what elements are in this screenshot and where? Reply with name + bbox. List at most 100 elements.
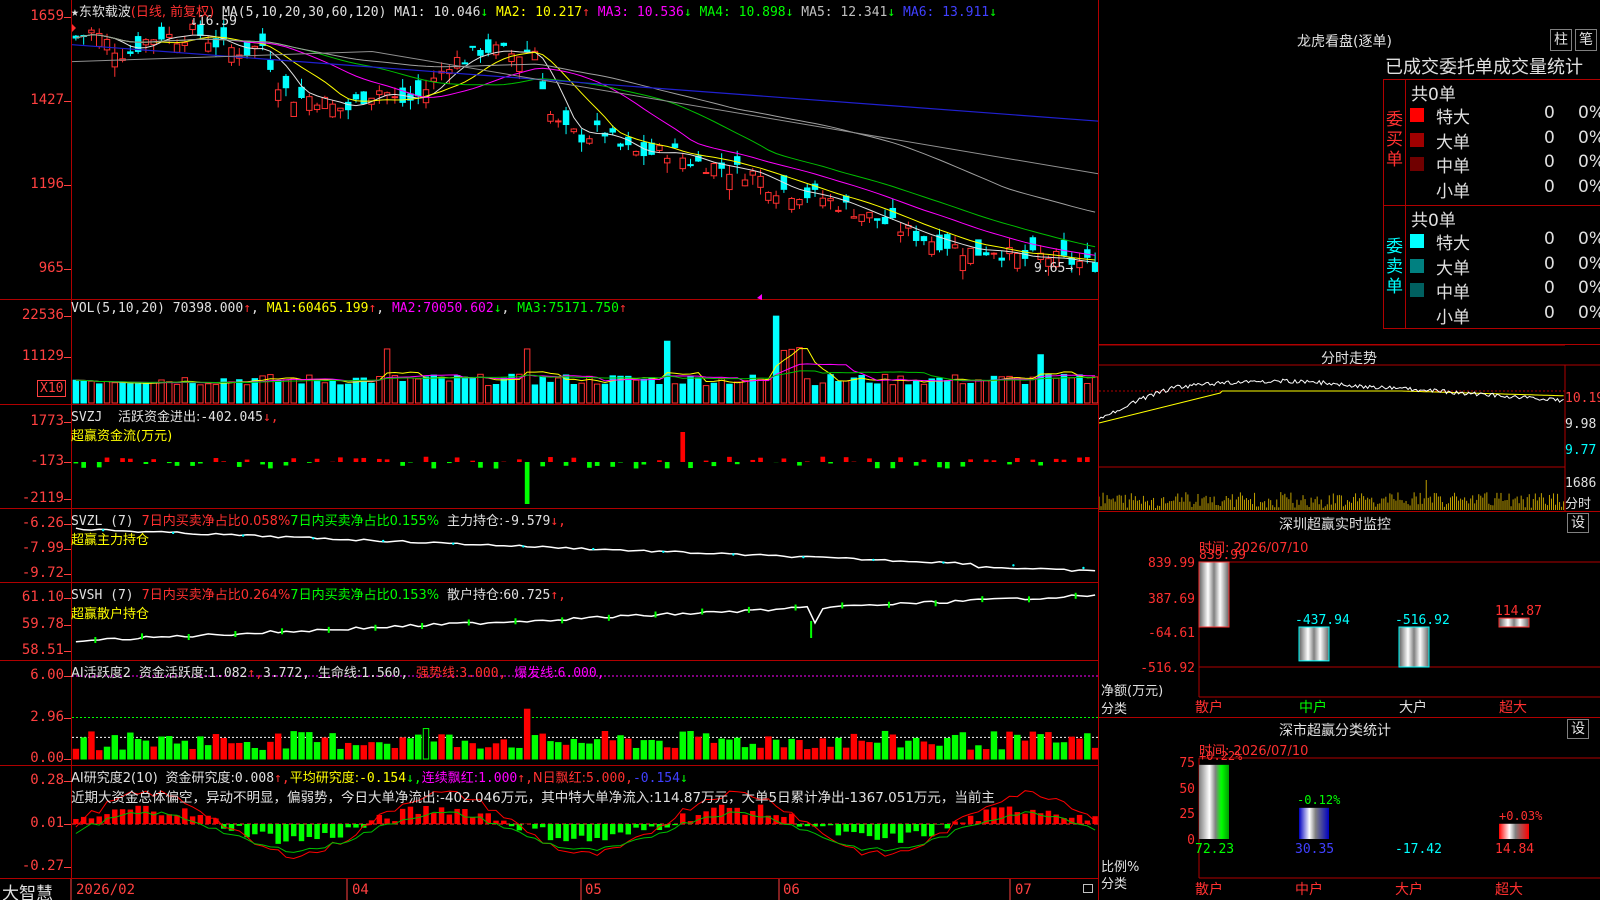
research-bar (1076, 814, 1083, 824)
activity-bar (477, 748, 484, 760)
monitor-category: 大户 (1399, 699, 1427, 716)
classstat-pct: +0.22% (1199, 749, 1243, 763)
activity-bar (422, 728, 430, 760)
bar-mode-button[interactable]: 柱 (1550, 29, 1572, 51)
activity-bar (376, 742, 383, 760)
candle-body (757, 175, 764, 188)
volume-bar (1076, 374, 1083, 404)
volume-bar (204, 383, 212, 404)
research-bar (843, 824, 849, 832)
candle-body (804, 187, 811, 199)
volume-bar (1068, 377, 1075, 404)
research-bar (617, 824, 624, 833)
research-bar (189, 816, 196, 824)
research-bar (213, 818, 219, 824)
candle-body (376, 90, 383, 96)
activity-bar (446, 734, 453, 760)
activity-bar (1021, 740, 1029, 760)
activity-bar (461, 740, 469, 760)
longhu-row: 特大 0 0% (1410, 103, 1600, 128)
activity-bar (1060, 742, 1068, 760)
research-bar (314, 824, 320, 840)
tick-mark (64, 549, 71, 550)
volume-bar (695, 377, 702, 404)
activity-bar (656, 740, 663, 760)
activity-bar (1014, 734, 1021, 760)
monitor-category: 中户 (1299, 699, 1327, 716)
candle-body (352, 94, 360, 100)
research-bar (672, 824, 678, 826)
price-tick-mark (64, 269, 71, 270)
research-bar (586, 824, 593, 842)
star-icon[interactable]: ★ (71, 5, 79, 20)
activity-bar (850, 733, 858, 760)
activity-bar (1006, 731, 1013, 760)
svzl-pane[interactable]: -6.26 -7.99 -9.72 SVZL (7) 7日内买卖净占比0.058… (0, 509, 1098, 583)
activity-bar (609, 740, 616, 760)
volume-bar (531, 384, 539, 404)
volume-bar (710, 382, 718, 404)
longhu-tabs[interactable]: 已成交委托单成交量统计 (1385, 53, 1600, 79)
research-bar (858, 824, 865, 834)
candle-body (539, 81, 546, 90)
candle-body (710, 163, 718, 177)
candle-body (967, 247, 974, 264)
research-bar (571, 824, 577, 839)
volume-bar (702, 385, 710, 404)
volume-bar (1045, 374, 1052, 404)
candle-body (181, 42, 189, 46)
volume-bar (601, 383, 609, 404)
svzj-pane[interactable]: 1773 -173 -2119 SVZJ 活跃资金进出:-402.045↓, 超… (0, 405, 1098, 509)
price-plot[interactable] (71, 0, 1099, 300)
row-name: 中单 (1436, 157, 1470, 177)
longhu-row: 大单 0 0% (1410, 128, 1600, 153)
activity-bar (897, 747, 904, 760)
intraday-panel[interactable]: 分时走势 10.19 9.98 9.77 1686 分时 (1098, 345, 1600, 512)
activity-bar (874, 742, 881, 760)
buy-side-label: 委买单 (1386, 110, 1403, 170)
volume-bar (679, 383, 686, 404)
ai-activity-pane[interactable]: 6.00 2.96 0.00 AI活跃度2 资金活跃度:1.082↑,3.772… (0, 661, 1099, 766)
candle-body (1060, 239, 1068, 256)
research-bar (711, 807, 717, 824)
candle-body (912, 230, 920, 241)
svsh-tick: 59.78 (21, 616, 64, 632)
period-label[interactable]: (日线, 前复权) (131, 5, 214, 20)
activity-bar (259, 749, 266, 760)
volume-bar (298, 383, 305, 404)
activity-bar (103, 746, 111, 760)
tick-mode-button[interactable]: 笔 (1575, 29, 1597, 51)
price-pane[interactable]: 1659 1427 1196 965 ★东软载波(日线, 前复权) MA(5,1… (0, 0, 1099, 300)
volume-bar (430, 374, 438, 404)
research-bar (306, 824, 313, 838)
activity-bar (88, 731, 95, 760)
candle-body (990, 252, 998, 255)
research-bar (578, 824, 585, 836)
volume-bar (1014, 377, 1021, 404)
volume-bar (819, 382, 827, 404)
activity-bar (998, 749, 1005, 760)
candle-body (306, 96, 313, 111)
ma-line (75, 34, 1096, 248)
candle-body (415, 80, 422, 97)
activity-bar (267, 741, 274, 760)
volume-pane[interactable]: 22536 11129 X10 VOL(5,10,20) 70398.000↑,… (0, 300, 1099, 405)
research-bar (781, 816, 787, 824)
row-value: 0 (1544, 152, 1555, 172)
price-tick: 1659 (30, 8, 64, 24)
candle-body (469, 45, 476, 48)
candle-body (671, 143, 679, 148)
research-bar (298, 824, 305, 842)
ma-item: MA5: 12.341↓ (793, 5, 896, 20)
lock-icon[interactable] (1083, 884, 1093, 893)
svsh-pane[interactable]: 61.10 59.78 58.51 SVSH (7) 7日内买卖净占比0.264… (0, 583, 1098, 661)
research-bar (820, 824, 826, 827)
ai-research-pane[interactable]: 0.28 0.01 -0.27 AI研究度2(10) 资金研究度:0.008↑,… (0, 766, 1099, 879)
activity-bar (741, 747, 749, 760)
research-bar (656, 824, 663, 831)
candle-body (313, 104, 321, 111)
color-swatch (1410, 234, 1424, 248)
activity-bar (80, 737, 87, 760)
candle-body (827, 198, 834, 202)
volume-bar (547, 381, 554, 404)
